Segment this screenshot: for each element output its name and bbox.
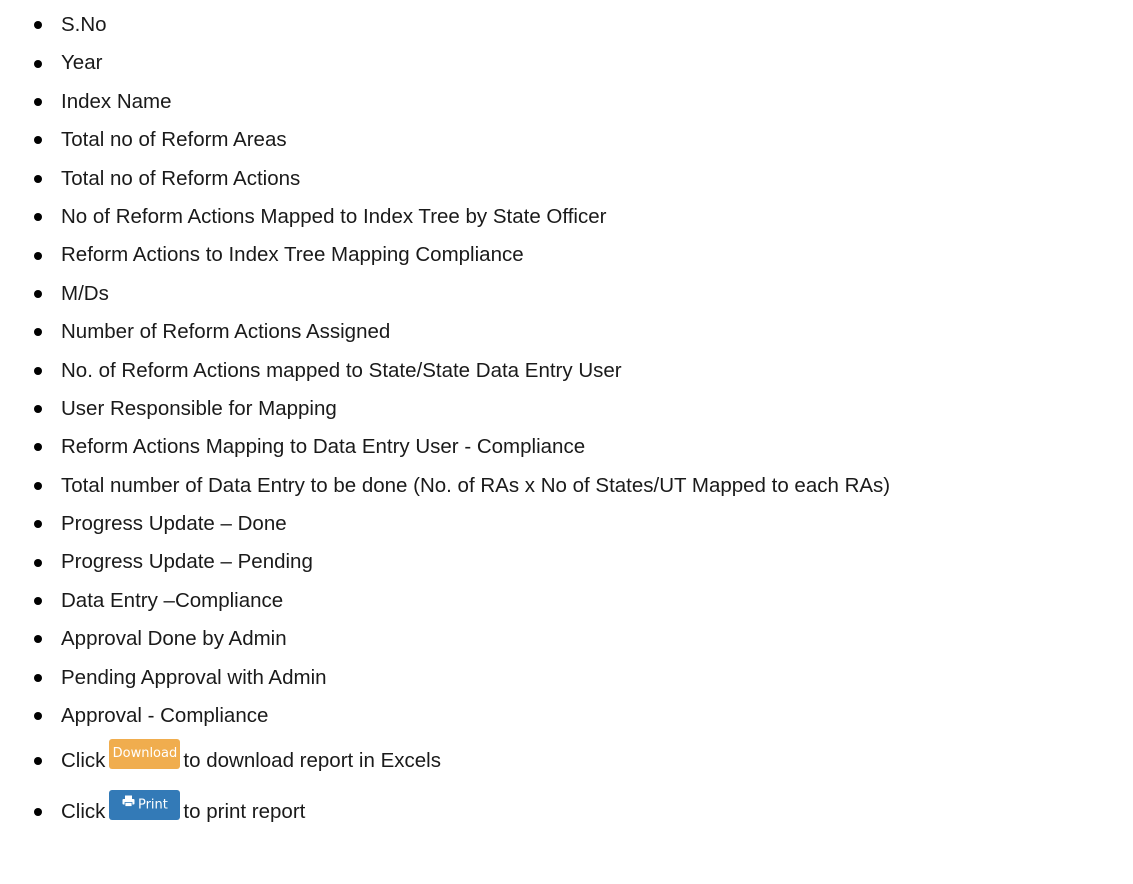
list-item-text: Progress Update – Done [61,512,287,536]
list-item-text: Year [61,51,103,75]
list-item: Progress Update – Pending [0,543,1133,581]
list-item: No of Reform Actions Mapped to Index Tre… [0,198,1133,236]
print-suffix: to print report [183,800,306,824]
list-item: S.No [0,6,1133,44]
print-button[interactable]: Print [109,789,181,820]
list-item-text: Pending Approval with Admin [61,665,327,689]
bullet-icon [34,443,42,452]
list-item-text: No of Reform Actions Mapped to Index Tre… [61,204,607,228]
list-item: Year [0,44,1133,82]
print-instruction-text: Click Print to print report [61,786,305,837]
list-item-text: Number of Reform Actions Assigned [61,320,391,344]
bullet-icon [34,558,42,567]
download-prefix: Click [61,749,106,773]
list-item-text: Approval - Compliance [61,704,269,728]
list-item-text: Data Entry –Compliance [61,588,284,612]
bullet-icon [34,136,42,145]
list-item: Reform Actions to Index Tree Mapping Com… [0,236,1133,274]
print-prefix: Click [61,800,106,824]
list-item-text: Approval Done by Admin [61,627,287,651]
bullet-icon [34,251,42,260]
list-item: Total no of Reform Actions [0,160,1133,198]
bullet-icon [34,756,42,765]
bullet-icon [34,520,42,529]
bullet-icon [34,405,42,414]
bullet-icon [34,366,42,375]
download-instruction-item: Click Download to download report in Excel… [0,735,1133,786]
list-item-text: M/Ds [61,281,109,305]
list-item-text: Total no of Reform Areas [61,128,287,152]
instruction-list: S.No Year Index Name Total no of Reform … [0,6,1133,837]
list-item: Progress Update – Done [0,505,1133,543]
list-item: Total number of Data Entry to be done (N… [0,467,1133,505]
list-item-text: Progress Update – Pending [61,550,313,574]
bullet-icon [34,481,42,490]
list-item: M/Ds [0,275,1133,313]
list-item: Reform Actions Mapping to Data Entry Use… [0,428,1133,466]
download-suffix: to download report in Excels [183,749,441,773]
print-instruction-item: Click Print to print report [0,786,1133,837]
list-item-text: Total number of Data Entry to be done (N… [61,473,891,497]
list-item: User Responsible for Mapping [0,390,1133,428]
list-item-text: Total no of Reform Actions [61,166,301,190]
printer-icon [122,789,135,819]
list-item-text: S.No [61,13,107,36]
list-item: Pending Approval with Admin [0,659,1133,697]
list-item: Data Entry –Compliance [0,582,1133,620]
list-item: Index Name [0,83,1133,121]
bullet-icon [34,213,42,222]
list-item-text: Index Name [61,89,172,113]
bullet-icon [34,635,42,644]
list-item: Total no of Reform Areas [0,121,1133,159]
bullet-icon [34,597,42,606]
list-item-text: No. of Reform Actions mapped to State/St… [61,358,622,382]
print-button-label: Print [137,797,168,813]
list-item: Approval - Compliance [0,697,1133,735]
list-item: Approval Done by Admin [0,620,1133,658]
bullet-icon [34,97,42,106]
list-item-text: User Responsible for Mapping [61,396,337,420]
bullet-icon [34,59,42,68]
list-item-text: Reform Actions to Index Tree Mapping Com… [61,243,524,267]
bullet-icon [34,328,42,337]
download-instruction-text: Click Download to download report in Excel… [61,735,441,786]
download-button[interactable]: Download [109,739,181,769]
bullet-icon [34,673,42,682]
bullet-icon [34,174,42,183]
list-item: No. of Reform Actions mapped to State/St… [0,352,1133,390]
bullet-icon [34,21,42,30]
bullet-icon [34,289,42,298]
list-item: Number of Reform Actions Assigned [0,313,1133,351]
bullet-icon [34,807,42,816]
list-item-text: Reform Actions Mapping to Data Entry Use… [61,435,586,459]
bullet-icon [34,712,42,721]
